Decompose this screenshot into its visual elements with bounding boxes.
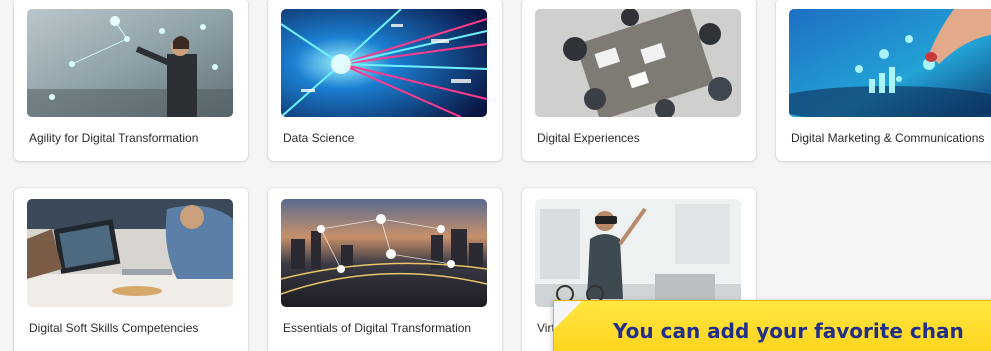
channel-card-essentials-digital-transformation[interactable]: Essentials of Digital Transformation bbox=[268, 188, 502, 351]
channel-grid: Agility for Digital Transformation Data … bbox=[0, 0, 991, 351]
channel-thumbnail-image bbox=[789, 9, 991, 117]
channel-title: Agility for Digital Transformation bbox=[29, 131, 199, 145]
channel-thumbnail-image bbox=[27, 199, 233, 307]
channel-thumbnail-image bbox=[281, 9, 487, 117]
channel-card-digital-marketing[interactable]: Digital Marketing & Communications bbox=[776, 0, 991, 161]
channel-thumbnail-image bbox=[281, 199, 487, 307]
channel-title: Digital Marketing & Communications bbox=[791, 131, 985, 145]
channel-card-digital-experiences[interactable]: Digital Experiences bbox=[522, 0, 756, 161]
channel-thumbnail-image bbox=[27, 9, 233, 117]
channel-card-data-science[interactable]: Data Science bbox=[268, 0, 502, 161]
channel-title: Digital Experiences bbox=[537, 131, 640, 145]
tooltip-text: You can add your favorite chan bbox=[613, 319, 964, 343]
tooltip-folded-corner bbox=[554, 301, 582, 329]
channel-thumbnail-image bbox=[535, 9, 741, 117]
channel-thumbnail-image bbox=[535, 199, 741, 307]
channel-title: Data Science bbox=[283, 131, 355, 145]
channel-title: Digital Soft Skills Competencies bbox=[29, 321, 199, 335]
favorite-channels-tooltip: You can add your favorite chan bbox=[553, 300, 991, 351]
channel-title: Essentials of Digital Transformation bbox=[283, 321, 472, 335]
channel-card-digital-soft-skills[interactable]: Digital Soft Skills Competencies bbox=[14, 188, 248, 351]
channel-card-agility[interactable]: Agility for Digital Transformation bbox=[14, 0, 248, 161]
